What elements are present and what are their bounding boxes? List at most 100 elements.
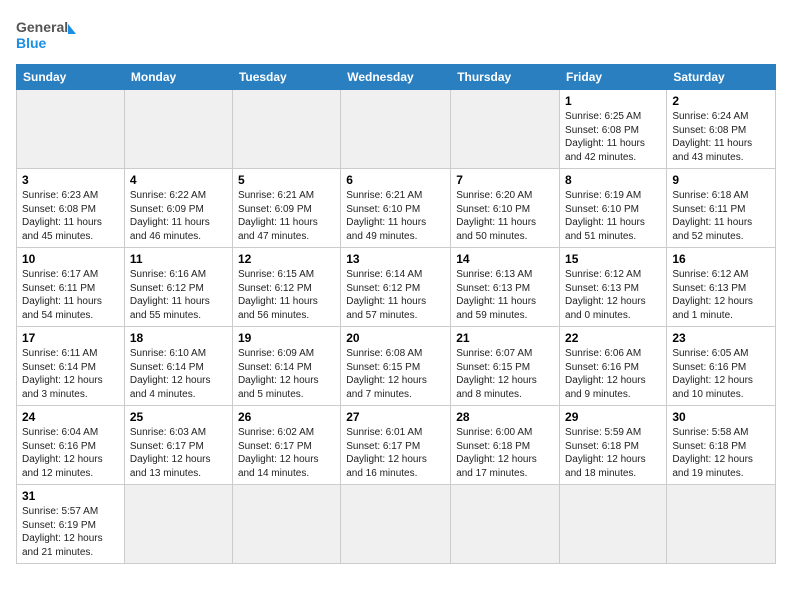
calendar-cell: 28Sunrise: 6:00 AM Sunset: 6:18 PM Dayli… xyxy=(451,406,560,485)
calendar-cell: 8Sunrise: 6:19 AM Sunset: 6:10 PM Daylig… xyxy=(560,169,667,248)
weekday-header: Saturday xyxy=(667,65,776,90)
day-number: 8 xyxy=(565,173,661,187)
day-info: Sunrise: 6:12 AM Sunset: 6:13 PM Dayligh… xyxy=(565,268,661,322)
weekday-header: Friday xyxy=(560,65,667,90)
day-number: 31 xyxy=(22,489,119,503)
day-number: 23 xyxy=(672,331,770,345)
calendar-cell: 6Sunrise: 6:21 AM Sunset: 6:10 PM Daylig… xyxy=(341,169,451,248)
calendar-cell: 1 Sunrise: 6:25 AM Sunset: 6:08 PM Daylig… xyxy=(560,90,667,169)
calendar-cell: 23 Sunrise: 6:05 AM Sunset: 6:16 PM Dayli… xyxy=(667,327,776,406)
weekday-header: Tuesday xyxy=(232,65,340,90)
calendar-cell: 27Sunrise: 6:01 AM Sunset: 6:17 PM Dayli… xyxy=(341,406,451,485)
calendar-cell xyxy=(124,90,232,169)
day-number: 24 xyxy=(22,410,119,424)
day-number: 10 xyxy=(22,252,119,266)
weekday-header: Wednesday xyxy=(341,65,451,90)
day-number: 1 xyxy=(565,94,661,108)
day-info: Sunrise: 6:08 AM Sunset: 6:15 PM Dayligh… xyxy=(346,347,445,401)
day-number: 6 xyxy=(346,173,445,187)
calendar-cell: 4 Sunrise: 6:22 AM Sunset: 6:09 PM Daylig… xyxy=(124,169,232,248)
weekday-header: Thursday xyxy=(451,65,560,90)
day-info: Sunrise: 6:25 AM Sunset: 6:08 PM Dayligh… xyxy=(565,110,661,164)
calendar-cell: 17Sunrise: 6:11 AM Sunset: 6:14 PM Dayli… xyxy=(17,327,125,406)
day-number: 19 xyxy=(238,331,335,345)
logo-svg: General Blue xyxy=(16,16,76,52)
day-number: 18 xyxy=(130,331,227,345)
day-number: 26 xyxy=(238,410,335,424)
day-number: 9 xyxy=(672,173,770,187)
day-number: 20 xyxy=(346,331,445,345)
day-info: Sunrise: 6:05 AM Sunset: 6:16 PM Dayligh… xyxy=(672,347,770,401)
day-number: 22 xyxy=(565,331,661,345)
day-number: 15 xyxy=(565,252,661,266)
day-info: Sunrise: 6:16 AM Sunset: 6:12 PM Dayligh… xyxy=(130,268,227,322)
day-number: 28 xyxy=(456,410,554,424)
calendar-cell: 21 Sunrise: 6:07 AM Sunset: 6:15 PM Dayli… xyxy=(451,327,560,406)
day-number: 30 xyxy=(672,410,770,424)
calendar-cell: 22Sunrise: 6:06 AM Sunset: 6:16 PM Dayli… xyxy=(560,327,667,406)
page-header: General Blue xyxy=(16,16,776,52)
day-info: Sunrise: 5:58 AM Sunset: 6:18 PM Dayligh… xyxy=(672,426,770,480)
calendar-cell xyxy=(560,485,667,564)
calendar-cell: 13Sunrise: 6:14 AM Sunset: 6:12 PM Dayli… xyxy=(341,248,451,327)
calendar-cell: 2Sunrise: 6:24 AM Sunset: 6:08 PM Daylig… xyxy=(667,90,776,169)
calendar-cell: 7Sunrise: 6:20 AM Sunset: 6:10 PM Daylig… xyxy=(451,169,560,248)
calendar-cell: 19 Sunrise: 6:09 AM Sunset: 6:14 PM Dayli… xyxy=(232,327,340,406)
calendar-cell: 24Sunrise: 6:04 AM Sunset: 6:16 PM Dayli… xyxy=(17,406,125,485)
weekday-header: Monday xyxy=(124,65,232,90)
calendar-cell: 29Sunrise: 5:59 AM Sunset: 6:18 PM Dayli… xyxy=(560,406,667,485)
day-number: 4 xyxy=(130,173,227,187)
calendar-week-row: 17Sunrise: 6:11 AM Sunset: 6:14 PM Dayli… xyxy=(17,327,776,406)
day-info: Sunrise: 6:21 AM Sunset: 6:09 PM Dayligh… xyxy=(238,189,335,243)
day-info: Sunrise: 6:15 AM Sunset: 6:12 PM Dayligh… xyxy=(238,268,335,322)
calendar-cell: 25Sunrise: 6:03 AM Sunset: 6:17 PM Dayli… xyxy=(124,406,232,485)
day-number: 17 xyxy=(22,331,119,345)
day-info: Sunrise: 6:03 AM Sunset: 6:17 PM Dayligh… xyxy=(130,426,227,480)
day-number: 27 xyxy=(346,410,445,424)
calendar-cell: 12Sunrise: 6:15 AM Sunset: 6:12 PM Dayli… xyxy=(232,248,340,327)
day-info: Sunrise: 6:20 AM Sunset: 6:10 PM Dayligh… xyxy=(456,189,554,243)
day-info: Sunrise: 6:17 AM Sunset: 6:11 PM Dayligh… xyxy=(22,268,119,322)
calendar-cell: 5 Sunrise: 6:21 AM Sunset: 6:09 PM Daylig… xyxy=(232,169,340,248)
calendar-week-row: 24Sunrise: 6:04 AM Sunset: 6:16 PM Dayli… xyxy=(17,406,776,485)
calendar-week-row: 10 Sunrise: 6:17 AM Sunset: 6:11 PM Dayli… xyxy=(17,248,776,327)
day-info: Sunrise: 6:12 AM Sunset: 6:13 PM Dayligh… xyxy=(672,268,770,322)
day-number: 5 xyxy=(238,173,335,187)
weekday-header: Sunday xyxy=(17,65,125,90)
calendar-cell: 15 Sunrise: 6:12 AM Sunset: 6:13 PM Dayli… xyxy=(560,248,667,327)
calendar-cell: 30 Sunrise: 5:58 AM Sunset: 6:18 PM Dayli… xyxy=(667,406,776,485)
calendar-week-row: 3Sunrise: 6:23 AM Sunset: 6:08 PM Daylig… xyxy=(17,169,776,248)
svg-text:Blue: Blue xyxy=(16,35,47,51)
calendar-cell: 20 Sunrise: 6:08 AM Sunset: 6:15 PM Dayli… xyxy=(341,327,451,406)
calendar-cell: 9 Sunrise: 6:18 AM Sunset: 6:11 PM Daylig… xyxy=(667,169,776,248)
calendar-cell: 16 Sunrise: 6:12 AM Sunset: 6:13 PM Dayli… xyxy=(667,248,776,327)
day-info: Sunrise: 6:13 AM Sunset: 6:13 PM Dayligh… xyxy=(456,268,554,322)
day-number: 14 xyxy=(456,252,554,266)
day-number: 29 xyxy=(565,410,661,424)
calendar-cell: 10 Sunrise: 6:17 AM Sunset: 6:11 PM Dayli… xyxy=(17,248,125,327)
logo: General Blue xyxy=(16,16,76,52)
calendar-cell xyxy=(17,90,125,169)
day-number: 16 xyxy=(672,252,770,266)
day-info: Sunrise: 6:07 AM Sunset: 6:15 PM Dayligh… xyxy=(456,347,554,401)
day-number: 21 xyxy=(456,331,554,345)
calendar-cell: 11 Sunrise: 6:16 AM Sunset: 6:12 PM Dayli… xyxy=(124,248,232,327)
day-info: Sunrise: 6:09 AM Sunset: 6:14 PM Dayligh… xyxy=(238,347,335,401)
day-number: 3 xyxy=(22,173,119,187)
day-info: Sunrise: 5:57 AM Sunset: 6:19 PM Dayligh… xyxy=(22,505,119,559)
day-info: Sunrise: 6:18 AM Sunset: 6:11 PM Dayligh… xyxy=(672,189,770,243)
calendar-cell xyxy=(124,485,232,564)
calendar-cell xyxy=(341,485,451,564)
weekday-header-row: SundayMondayTuesdayWednesdayThursdayFrid… xyxy=(17,65,776,90)
calendar-cell: 18Sunrise: 6:10 AM Sunset: 6:14 PM Dayli… xyxy=(124,327,232,406)
calendar-cell: 14 Sunrise: 6:13 AM Sunset: 6:13 PM Dayli… xyxy=(451,248,560,327)
calendar-week-row: 1 Sunrise: 6:25 AM Sunset: 6:08 PM Daylig… xyxy=(17,90,776,169)
day-info: Sunrise: 6:22 AM Sunset: 6:09 PM Dayligh… xyxy=(130,189,227,243)
calendar-table: SundayMondayTuesdayWednesdayThursdayFrid… xyxy=(16,64,776,564)
calendar-cell xyxy=(232,90,340,169)
calendar-cell xyxy=(341,90,451,169)
day-number: 11 xyxy=(130,252,227,266)
calendar-week-row: 31 Sunrise: 5:57 AM Sunset: 6:19 PM Dayli… xyxy=(17,485,776,564)
svg-text:General: General xyxy=(16,19,68,35)
day-number: 13 xyxy=(346,252,445,266)
